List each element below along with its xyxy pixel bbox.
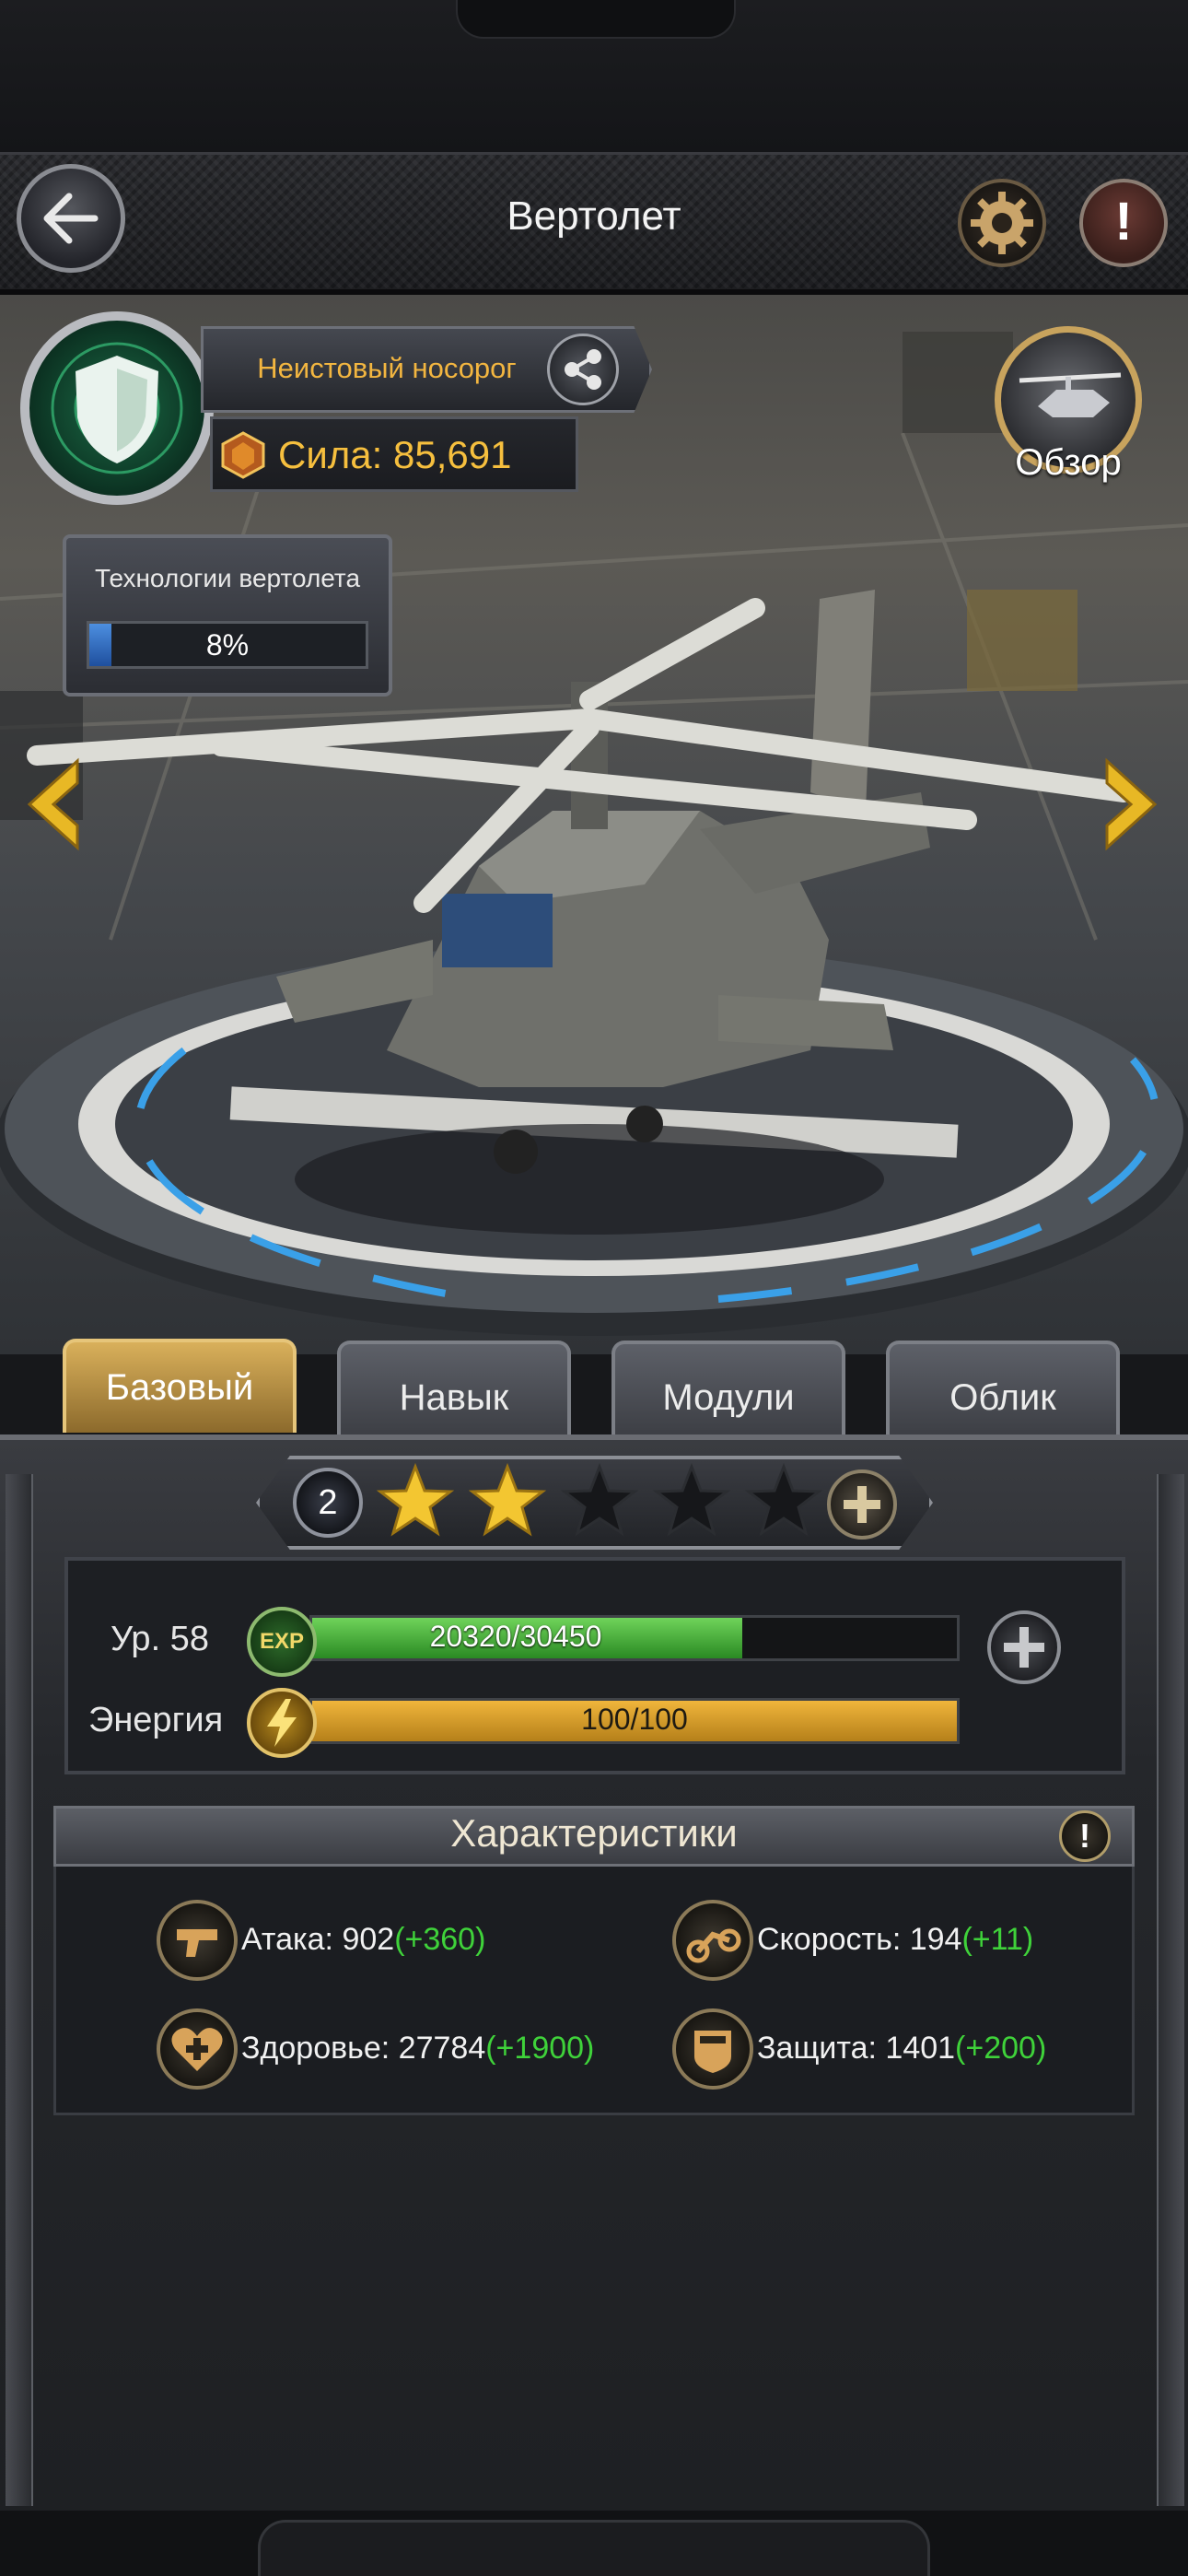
power-value: Сила: 85,691 <box>278 433 512 476</box>
health-icon <box>157 2008 238 2090</box>
tab-skill[interactable]: Навык <box>337 1341 571 1434</box>
shield-icon <box>51 342 183 474</box>
power-icon <box>221 431 265 479</box>
pistol-icon <box>157 1900 238 1981</box>
exp-value: 20320/30450 <box>429 1620 602 1653</box>
share-button[interactable] <box>547 334 619 405</box>
star-filled-icon <box>376 1462 455 1537</box>
pistol-icon-glyph <box>177 1929 217 1957</box>
level-label: Ур. 58 <box>111 1620 209 1658</box>
motorbike-icon <box>686 1928 741 1963</box>
energy-icon <box>247 1688 317 1758</box>
info-button[interactable]: ! <box>1079 179 1168 267</box>
lightning-icon <box>267 1699 297 1747</box>
stat-health: Здоровье: 27784(+1900) <box>241 2031 594 2067</box>
alliance-emblem[interactable] <box>20 311 214 505</box>
stat-attack-bonus: (+360) <box>394 1922 486 1957</box>
stat-attack-value: Атака: 902 <box>241 1922 395 1957</box>
plus-icon <box>844 1486 880 1523</box>
settings-button[interactable] <box>958 179 1046 267</box>
back-button[interactable] <box>17 164 125 273</box>
tech-label: Технологии вертолета <box>94 564 361 592</box>
arrow-left-icon <box>43 193 99 244</box>
stat-defense-bonus: (+200) <box>955 2031 1047 2066</box>
tab-skin[interactable]: Облик <box>886 1341 1120 1434</box>
stat-speed-value: Скорость: 194 <box>757 1922 962 1957</box>
page-title: Вертолет <box>507 193 681 239</box>
tab-basic[interactable]: Базовый <box>63 1339 297 1433</box>
panel-left-rail <box>6 1474 33 2506</box>
share-icon <box>565 349 601 390</box>
exp-icon: EXP <box>247 1607 317 1677</box>
overview-label: Обзор <box>1015 442 1122 483</box>
plus-icon <box>1004 1627 1044 1668</box>
energy-label: Энергия <box>88 1701 224 1739</box>
stat-defense-value: Защита: 1401 <box>757 2031 956 2066</box>
next-arrow-icon[interactable] <box>1098 754 1162 855</box>
tab-modules[interactable]: Модули <box>611 1341 845 1434</box>
add-exp-button[interactable] <box>987 1610 1061 1684</box>
energy-value: 100/100 <box>581 1703 688 1736</box>
previous-arrow-icon[interactable] <box>22 754 87 855</box>
armor-plate-icon <box>694 2031 731 2073</box>
panel-right-rail <box>1157 1474 1184 2506</box>
stat-attack: Атака: 902(+360) <box>241 1922 485 1958</box>
gear-icon <box>971 192 1033 254</box>
stat-speed-bonus: (+11) <box>961 1922 1034 1957</box>
speed-icon <box>672 1900 753 1981</box>
star-empty-icon <box>744 1462 823 1537</box>
star-filled-icon <box>468 1462 547 1537</box>
heart-plus-icon <box>171 2028 223 2071</box>
stat-health-value: Здоровье: 27784 <box>241 2031 486 2066</box>
stats-info-button[interactable]: ! <box>1059 1810 1111 1862</box>
star-empty-icon <box>560 1462 639 1537</box>
stats-title: Характеристики <box>450 1811 738 1855</box>
star-rank-badge: 2 <box>293 1468 363 1538</box>
stat-speed: Скорость: 194(+11) <box>757 1922 1033 1958</box>
stat-defense: Защита: 1401(+200) <box>757 2031 1046 2067</box>
defense-icon <box>672 2008 753 2090</box>
upgrade-stars-button[interactable] <box>827 1469 897 1540</box>
tech-progress-value: 8% <box>205 628 250 662</box>
stat-health-bonus: (+1900) <box>485 2031 595 2066</box>
commander-name: Неистовый носорог <box>257 352 517 384</box>
star-empty-icon <box>652 1462 731 1537</box>
tech-panel[interactable] <box>63 534 392 697</box>
home-indicator <box>258 2520 930 2576</box>
device-notch <box>456 0 736 39</box>
